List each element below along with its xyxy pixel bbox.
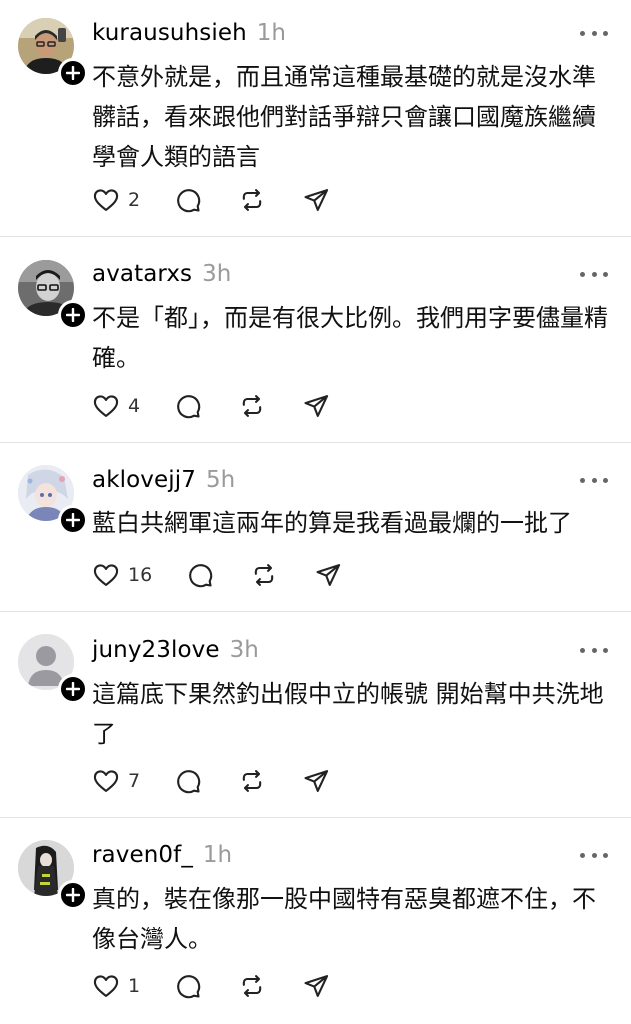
timestamp: 1h	[202, 842, 233, 868]
send-icon	[304, 395, 329, 417]
reply-button[interactable]	[174, 970, 202, 1002]
repost-icon	[242, 395, 262, 417]
share-button[interactable]	[302, 184, 330, 216]
heart-icon	[93, 189, 119, 211]
reply-button[interactable]	[174, 765, 202, 797]
like-button[interactable]: 4	[92, 390, 140, 422]
follow-button[interactable]	[58, 505, 88, 535]
comment-feed: kurausuhsieh 1h 不意外就是，而且通常這種最基礎的就是沒水準髒話，…	[0, 0, 631, 1024]
heart-icon	[93, 770, 119, 792]
plus-icon	[66, 513, 80, 527]
like-count: 7	[128, 770, 141, 792]
send-icon	[304, 770, 329, 792]
repost-button[interactable]	[238, 970, 266, 1002]
avatar[interactable]	[18, 18, 88, 88]
post-header: juny23love 3h	[92, 634, 259, 666]
more-icon[interactable]	[580, 264, 608, 284]
more-icon[interactable]	[580, 640, 608, 660]
avatar[interactable]	[18, 840, 88, 910]
reply-button[interactable]	[174, 184, 202, 216]
like-button[interactable]: 16	[92, 559, 152, 591]
comment-text: 這篇底下果然釣出假中立的帳號 開始幫中共洗地了	[92, 680, 604, 748]
send-icon	[304, 975, 329, 997]
comment-icon	[177, 975, 201, 999]
share-button[interactable]	[302, 765, 330, 797]
share-button[interactable]	[302, 390, 330, 422]
repost-button[interactable]	[238, 765, 266, 797]
follow-button[interactable]	[58, 300, 88, 330]
timestamp: 1h	[256, 20, 286, 46]
post-header: aklovejj7 5h	[92, 464, 235, 496]
like-count: 4	[128, 395, 141, 417]
comment-post: avatarxs 3h 不是「都」，而是有很大比例。我們用字要儘量精確。 4	[0, 237, 631, 442]
comment-icon	[177, 189, 201, 213]
username[interactable]: kurausuhsieh	[92, 20, 247, 46]
heart-icon	[93, 564, 119, 586]
username[interactable]: juny23love	[92, 637, 220, 663]
plus-icon	[66, 66, 80, 80]
timestamp: 3h	[229, 637, 259, 663]
comment-text: 不意外就是，而且通常這種最基礎的就是沒水準髒話，看來跟他們對話爭辯只會讓口國魔族…	[92, 63, 596, 171]
more-icon[interactable]	[580, 23, 608, 43]
heart-icon	[93, 975, 119, 997]
repost-icon	[242, 770, 262, 792]
more-icon[interactable]	[580, 470, 608, 490]
avatar[interactable]	[18, 634, 88, 704]
like-button[interactable]: 2	[92, 184, 140, 216]
plus-icon	[66, 308, 80, 322]
timestamp: 5h	[205, 467, 236, 493]
share-button[interactable]	[302, 970, 330, 1002]
more-icon[interactable]	[580, 845, 608, 865]
repost-icon	[254, 564, 274, 586]
comment-text: 真的，裝在像那一股中國特有惡臭都遮不住，不像台灣人。	[92, 885, 596, 953]
comment-post: kurausuhsieh 1h 不意外就是，而且通常這種最基礎的就是沒水準髒話，…	[0, 0, 631, 236]
follow-button[interactable]	[58, 674, 88, 704]
follow-button[interactable]	[58, 880, 88, 910]
username[interactable]: aklovejj7	[92, 467, 196, 493]
like-count: 1	[128, 975, 141, 997]
avatar[interactable]	[18, 465, 88, 535]
share-button[interactable]	[314, 559, 342, 591]
reply-button[interactable]	[186, 559, 214, 591]
plus-icon	[66, 888, 80, 902]
comment-text: 藍白共網軍這兩年的算是我看過最爛的一批了	[92, 509, 572, 537]
post-header: raven0f_ 1h	[92, 839, 232, 871]
repost-icon	[242, 189, 262, 211]
like-count: 16	[128, 564, 153, 586]
send-icon	[304, 189, 329, 211]
like-button[interactable]: 1	[92, 970, 140, 1002]
comment-icon	[177, 395, 201, 419]
timestamp: 3h	[202, 261, 232, 287]
comment-icon	[189, 564, 213, 588]
post-header: avatarxs 3h	[92, 258, 231, 290]
send-icon	[316, 564, 341, 586]
reply-button[interactable]	[174, 390, 202, 422]
like-count: 2	[128, 189, 141, 211]
avatar[interactable]	[18, 260, 88, 330]
comment-post: aklovejj7 5h 藍白共網軍這兩年的算是我看過最爛的一批了 16	[0, 443, 631, 611]
post-header: kurausuhsieh 1h	[92, 17, 286, 49]
repost-button[interactable]	[238, 390, 266, 422]
username[interactable]: avatarxs	[92, 261, 192, 287]
comment-icon	[177, 770, 201, 794]
like-button[interactable]: 7	[92, 765, 140, 797]
heart-icon	[93, 395, 119, 417]
plus-icon	[66, 682, 80, 696]
comment-text: 不是「都」，而是有很大比例。我們用字要儘量精確。	[92, 304, 608, 372]
comment-post: raven0f_ 1h 真的，裝在像那一股中國特有惡臭都遮不住，不像台灣人。 1	[0, 818, 631, 1024]
follow-button[interactable]	[58, 58, 88, 88]
repost-button[interactable]	[250, 559, 278, 591]
repost-icon	[242, 975, 262, 997]
username[interactable]: raven0f_	[92, 842, 193, 868]
comment-post: juny23love 3h 這篇底下果然釣出假中立的帳號 開始幫中共洗地了 7	[0, 612, 631, 817]
repost-button[interactable]	[238, 184, 266, 216]
